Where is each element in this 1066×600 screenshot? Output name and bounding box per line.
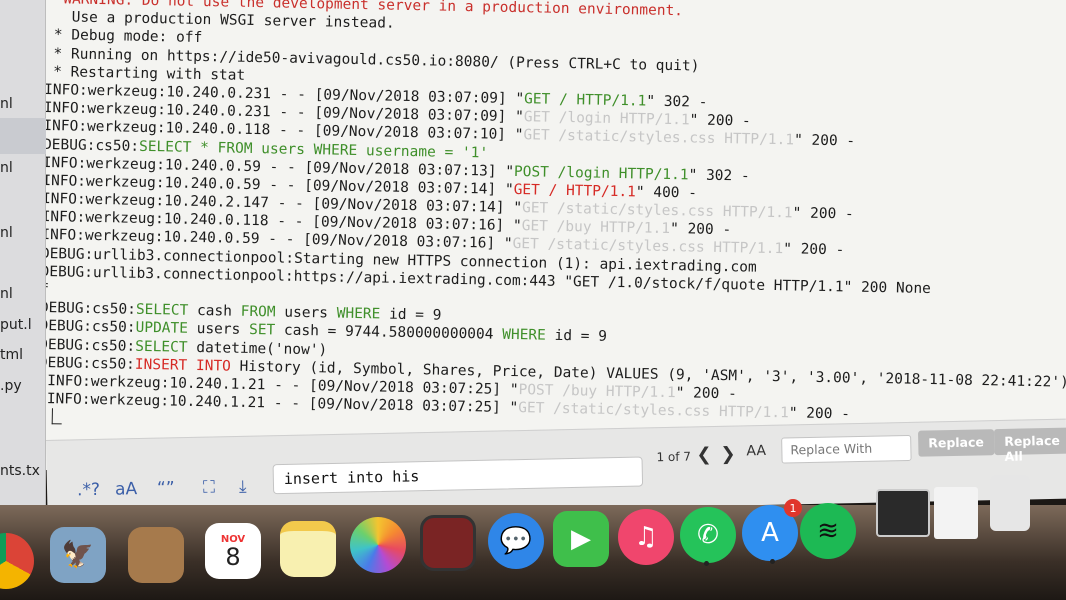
- calendar-icon[interactable]: NOV 8: [205, 523, 261, 579]
- line-segment: * Debug mode: off: [53, 27, 203, 47]
- photos-icon[interactable]: [350, 517, 406, 573]
- chrome-icon[interactable]: [0, 533, 34, 589]
- spotify-icon[interactable]: ≋: [800, 503, 856, 559]
- replace-button[interactable]: Replace: [917, 429, 995, 457]
- line-segment: GET / HTTP/1.1: [523, 91, 647, 110]
- document-icon[interactable]: [934, 487, 978, 539]
- photo-booth-icon[interactable]: [420, 515, 476, 571]
- case-sensitive-toggle[interactable]: aA: [115, 479, 137, 499]
- messages-icon[interactable]: 💬: [488, 513, 544, 569]
- match-count: 1 of 7: [656, 449, 692, 465]
- notes-icon[interactable]: [280, 521, 336, 577]
- screenshot-icon[interactable]: [876, 489, 930, 537]
- replace-input[interactable]: Replace With: [781, 434, 912, 464]
- line-segment: DEBUG:cs50:: [46, 354, 136, 373]
- line-segment: id = 9: [380, 306, 442, 324]
- sidebar-file[interactable]: tml: [0, 347, 23, 363]
- line-segment: " 200 -: [788, 405, 851, 423]
- replace-all-button[interactable]: Replace All: [993, 427, 1066, 464]
- file-sidebar: nl nl nl nl put.l tml .py nts.tx: [0, 0, 46, 520]
- wrap-icon[interactable]: ⤓: [239, 477, 247, 497]
- regex-toggle[interactable]: .*?: [77, 480, 100, 500]
- line-segment: DEBUG:cs50:: [46, 336, 136, 355]
- line-segment: GET /buy HTTP/1.1: [521, 218, 671, 238]
- line-segment: id = 9: [545, 328, 608, 346]
- sidebar-file[interactable]: .py: [0, 378, 22, 394]
- app-store-badge: 1: [784, 499, 802, 517]
- line-segment: SET: [248, 322, 276, 339]
- line-segment: DEBUG:cs50:: [46, 318, 136, 337]
- whole-word-toggle[interactable]: “”: [157, 478, 175, 498]
- sidebar-file[interactable]: put.l: [0, 317, 32, 333]
- line-segment: POST /login HTTP/1.1: [513, 163, 689, 184]
- line-segment: " 200 -: [669, 221, 732, 239]
- line-segment: datetime('now'): [187, 339, 328, 359]
- line-segment: FROM: [240, 303, 276, 321]
- line-segment: DEBUG:cs50:: [46, 300, 137, 318]
- line-segment: SELECT: [135, 338, 188, 356]
- line-segment: WHERE: [336, 305, 381, 323]
- line-segment: * Restarting with stat: [53, 63, 246, 84]
- running-indicator: [770, 559, 775, 564]
- app-store-icon[interactable]: A 1: [742, 499, 802, 561]
- prev-match-icon[interactable]: ❮: [696, 444, 712, 465]
- next-match-icon[interactable]: ❯: [720, 444, 736, 465]
- line-segment: " 200 -: [793, 132, 856, 150]
- line-segment: " 302 -: [688, 167, 750, 185]
- line-segment: users: [187, 321, 250, 339]
- dock: 🦅 NOV 8 💬 ▶ ♫ ✆ A 1 ≋: [0, 475, 1066, 600]
- sidebar-selection: [0, 118, 46, 154]
- sidebar-file[interactable]: nl: [0, 160, 13, 176]
- line-segment: " 200 -: [675, 385, 737, 403]
- line-segment: " 400 -: [635, 184, 698, 202]
- terminal-lines: WARNING: Do not use the development serv…: [46, 0, 1066, 446]
- preview-icon[interactable]: 🦅: [50, 527, 106, 583]
- preserve-case-toggle[interactable]: AA: [746, 443, 766, 459]
- line-segment: GET / HTTP/1.1: [513, 181, 637, 201]
- line-segment: GET /login HTTP/1.1: [523, 109, 690, 129]
- sidebar-file[interactable]: nl: [0, 286, 13, 302]
- running-indicator: [704, 561, 709, 566]
- calendar-day: 8: [225, 542, 241, 571]
- line-segment: UPDATE: [135, 320, 189, 338]
- line-segment: f: [46, 281, 50, 299]
- line-segment: " 200 -: [689, 112, 751, 130]
- sidebar-file[interactable]: nl: [0, 96, 13, 112]
- selection-icon[interactable]: ⛶: [203, 477, 215, 497]
- whatsapp-icon[interactable]: ✆: [680, 507, 736, 563]
- line-segment: INSERT INTO: [134, 356, 232, 375]
- line-segment: " 302 -: [646, 93, 708, 111]
- facetime-icon[interactable]: ▶: [553, 511, 609, 567]
- line-segment: DEBUG:cs50:: [46, 136, 140, 155]
- terminal-output[interactable]: WARNING: Do not use the development serv…: [46, 0, 1066, 470]
- sidebar-file[interactable]: nl: [0, 225, 13, 241]
- line-segment: " 200 -: [783, 241, 845, 259]
- trash-icon[interactable]: [990, 475, 1030, 531]
- music-icon[interactable]: ♫: [618, 509, 674, 565]
- line-segment: WHERE: [502, 327, 546, 345]
- prompt-cursor-icon: [51, 408, 62, 425]
- line-segment: users: [275, 304, 337, 322]
- line-segment: " 200 -: [792, 205, 854, 223]
- line-segment: POST /buy HTTP/1.1: [518, 382, 676, 402]
- line-segment: cash: [188, 302, 241, 320]
- line-segment: SELECT: [135, 301, 189, 319]
- sidebar-file[interactable]: nts.tx: [0, 463, 40, 479]
- search-input[interactable]: insert into his: [272, 456, 644, 495]
- contacts-icon[interactable]: [128, 527, 184, 583]
